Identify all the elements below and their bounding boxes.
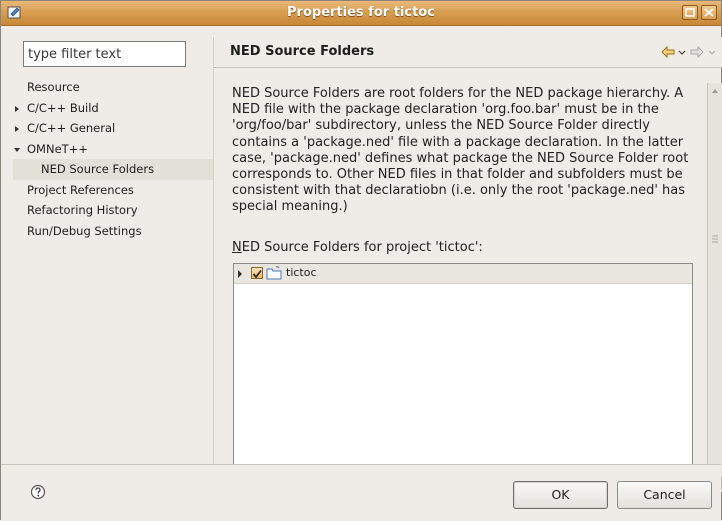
sidebar-item-label: C/C++ General [27,121,116,135]
sidebar-item[interactable]: Resource [13,77,213,98]
sidebar-item-label: Refactoring History [27,203,138,217]
collapsed-arrow-icon[interactable] [13,125,21,133]
ok-button[interactable]: OK [513,481,608,509]
maximize-icon [685,8,695,17]
forward-arrow-icon [690,45,704,59]
maximize-button[interactable] [682,5,698,20]
sidebar-item-label: Run/Debug Settings [27,223,142,238]
sidebar-item[interactable]: Refactoring History [13,200,213,221]
help-icon[interactable] [30,484,46,500]
folder-checkbox[interactable] [251,267,263,279]
folders-list-label: NED Source Folders for project 'tictoc': [232,240,483,255]
dialog-footer: OK Cancel [1,464,721,521]
cancel-button[interactable]: Cancel [617,481,712,509]
category-tree: Resource C/C++ Build C/C++ General OMNeT++ N… [13,77,213,241]
filter-input[interactable] [23,41,186,67]
chevron-down-icon [708,50,716,55]
project-folder-icon [266,266,282,280]
properties-dialog: Properties for tictoc Resource C/C++ Buil… [0,0,722,521]
checkmark-icon [252,269,262,279]
back-arrow-icon [660,45,675,59]
window-title: Properties for tictoc [287,5,435,20]
scroll-grip-icon [712,235,718,243]
sidebar-item-label: NED Source Folders [41,162,155,176]
sidebar-item-label: Project References [27,182,134,197]
category-pane: Resource C/C++ Build C/C++ General OMNeT++ N… [13,39,213,459]
sidebar-item[interactable]: C/C++ General [13,118,213,139]
back-button[interactable] [660,45,675,61]
mnemonic-letter: N [232,240,242,255]
sidebar-item-label: OMNeT++ [27,141,88,156]
scroll-up-icon[interactable] [708,85,722,97]
expanded-arrow-icon[interactable] [13,146,21,154]
list-item[interactable]: tictoc [234,264,692,284]
title-bar[interactable]: Properties for tictoc [1,1,721,26]
property-page: NED Source Folders NED Source Folders ar… [214,37,722,492]
vertical-scrollbar[interactable] [707,83,722,492]
chevron-down-icon [678,50,686,55]
history-nav [660,45,716,61]
forward-dropdown[interactable] [708,46,716,61]
sidebar-item[interactable]: Project References [13,180,213,201]
close-button[interactable] [701,5,717,20]
close-icon [704,8,714,17]
forward-button[interactable] [690,45,704,61]
source-folders-tree[interactable]: tictoc [233,263,693,468]
sidebar-item[interactable]: Run/Debug Settings [13,221,213,242]
page-title: NED Source Folders [230,44,375,59]
sidebar-item[interactable]: C/C++ Build [13,98,213,119]
page-body: NED Source Folders are root folders for … [214,68,709,468]
sidebar-item-label: Resource [27,80,80,94]
collapsed-arrow-icon[interactable] [13,105,21,113]
page-header: NED Source Folders [214,37,722,68]
folder-label: tictoc [286,266,317,279]
sidebar-item[interactable]: NED Source Folders [13,159,213,180]
sidebar-item-label: C/C++ Build [27,100,99,115]
page-description: NED Source Folders are root folders for … [232,86,689,215]
back-dropdown[interactable] [678,46,686,61]
folders-list-label-text: ED Source Folders for project 'tictoc': [241,240,483,255]
expand-arrow-icon[interactable] [237,270,243,278]
sidebar-item[interactable]: OMNeT++ [13,139,213,160]
